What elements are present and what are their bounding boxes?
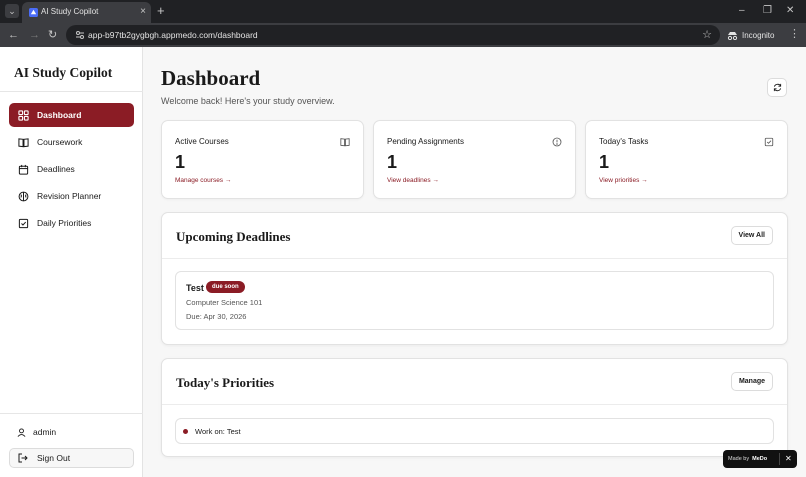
sidebar-divider	[0, 413, 143, 414]
stat-label: Active Courses	[175, 137, 229, 146]
sidebar-item-dashboard[interactable]: Dashboard	[9, 103, 134, 127]
view-all-button[interactable]: View All	[730, 226, 773, 245]
grid-icon	[18, 109, 29, 121]
sidebar-item-deadlines[interactable]: Deadlines	[9, 157, 134, 181]
calendar-icon	[18, 164, 29, 175]
sidebar: AI Study Copilot Dashboard Coursework De…	[0, 47, 143, 477]
url-path: /dashboard	[215, 30, 258, 40]
book-icon	[18, 137, 29, 147]
user-icon	[17, 427, 26, 437]
tab-search-button[interactable]: ⌄	[5, 4, 19, 18]
bookmark-star-icon[interactable]: ☆	[702, 28, 712, 41]
view-deadlines-link[interactable]: View deadlines →	[387, 177, 439, 184]
section-title: Upcoming Deadlines	[176, 229, 291, 244]
brain-icon	[18, 191, 29, 201]
forward-arrow-icon[interactable]: →	[29, 28, 40, 42]
browser-tab[interactable]: AI Study Copilot ×	[22, 2, 151, 23]
deadline-due-date: Due: Apr 30, 2026	[186, 312, 247, 321]
stat-card-todays-tasks: Today's Tasks 1 View priorities →	[585, 120, 788, 199]
priority-label: Work on: Test	[195, 426, 241, 436]
browser-toolbar: ← → ↻ app-b97tb2gygbgh.appmedo.com/dashb…	[0, 23, 806, 47]
stat-label: Pending Assignments	[387, 137, 464, 146]
section-divider	[162, 404, 787, 405]
sidebar-item-label: Daily Priorities	[37, 218, 92, 228]
stat-card-pending-assignments: Pending Assignments 1 View deadlines →	[373, 120, 576, 199]
sidebar-item-label: Revision Planner	[37, 191, 102, 201]
site-info-icon[interactable]	[74, 29, 86, 41]
close-window-button[interactable]: ✕	[786, 4, 794, 18]
close-badge-icon[interactable]: ✕	[785, 453, 792, 465]
url-text: app-b97tb2gygbgh.appmedo.com/dashboard	[88, 30, 258, 40]
user-info: admin	[17, 427, 56, 437]
address-bar[interactable]: app-b97tb2gygbgh.appmedo.com/dashboard ☆	[66, 25, 720, 45]
alert-circle-icon	[552, 137, 562, 147]
restore-window-button[interactable]: ❐	[763, 4, 772, 18]
refresh-button[interactable]	[767, 78, 787, 97]
username: admin	[33, 427, 57, 437]
made-by-brand: MeDo	[752, 456, 768, 462]
section-title: Today's Priorities	[176, 375, 275, 390]
reload-icon[interactable]: ↻	[48, 28, 57, 42]
tab-title: AI Study Copilot	[41, 7, 99, 16]
made-by-badge[interactable]: Made by MeDo ✕	[723, 450, 797, 468]
sign-out-button[interactable]: Sign Out	[9, 448, 134, 468]
app-favicon-icon	[29, 8, 38, 17]
browser-tab-strip: ⌄ AI Study Copilot × + – ❐ ✕	[0, 0, 806, 23]
checkbox-icon	[764, 137, 774, 147]
stat-card-active-courses: Active Courses 1 Manage courses →	[161, 120, 364, 199]
incognito-icon	[727, 31, 738, 40]
app-title: AI Study Copilot	[14, 65, 113, 80]
page-title: Dashboard	[161, 66, 261, 90]
sidebar-item-daily-priorities[interactable]: Daily Priorities	[9, 211, 134, 235]
new-tab-button[interactable]: +	[157, 3, 165, 19]
todays-priorities-card: Today's Priorities Manage Work on: Test	[161, 358, 788, 457]
incognito-indicator[interactable]: Incognito	[727, 27, 774, 43]
sidebar-item-coursework[interactable]: Coursework	[9, 130, 134, 154]
url-host: app-b97tb2gygbgh.appmedo.com	[88, 30, 216, 40]
browser-menu-icon[interactable]: ⋮	[789, 27, 800, 41]
book-icon	[340, 138, 350, 147]
sidebar-item-label: Coursework	[37, 137, 83, 147]
sign-out-label: Sign Out	[37, 453, 71, 463]
view-priorities-link[interactable]: View priorities →	[599, 177, 648, 184]
section-divider	[162, 258, 787, 259]
priority-item[interactable]: Work on: Test	[175, 418, 774, 444]
deadline-item[interactable]: Test due soon Computer Science 101 Due: …	[175, 271, 774, 330]
deadline-name: Test	[186, 283, 204, 293]
sidebar-item-revision-planner[interactable]: Revision Planner	[9, 184, 134, 208]
refresh-icon	[773, 83, 781, 92]
sidebar-item-label: Dashboard	[37, 110, 82, 120]
sidebar-item-label: Deadlines	[37, 164, 75, 174]
tab-close-icon[interactable]: ×	[140, 6, 146, 18]
incognito-label: Incognito	[742, 30, 775, 40]
upcoming-deadlines-card: Upcoming Deadlines View All Test due soo…	[161, 212, 788, 345]
sidebar-divider	[0, 91, 143, 92]
stat-value: 1	[387, 152, 398, 172]
made-by-prefix: Made by	[728, 456, 750, 462]
status-badge: due soon	[206, 281, 245, 293]
deadline-course: Computer Science 101	[186, 298, 263, 307]
checkbox-icon	[18, 218, 29, 228]
manage-courses-link[interactable]: Manage courses →	[175, 177, 231, 184]
manage-button[interactable]: Manage	[730, 372, 773, 391]
stat-value: 1	[599, 152, 610, 172]
badge-separator	[779, 453, 780, 465]
page-subtitle: Welcome back! Here's your study overview…	[161, 96, 335, 106]
back-arrow-icon[interactable]: ←	[8, 28, 19, 42]
stat-label: Today's Tasks	[599, 137, 649, 146]
priority-dot-icon	[183, 428, 188, 434]
stat-value: 1	[175, 152, 186, 172]
logout-icon	[18, 453, 28, 463]
minimize-window-button[interactable]: –	[739, 4, 745, 18]
